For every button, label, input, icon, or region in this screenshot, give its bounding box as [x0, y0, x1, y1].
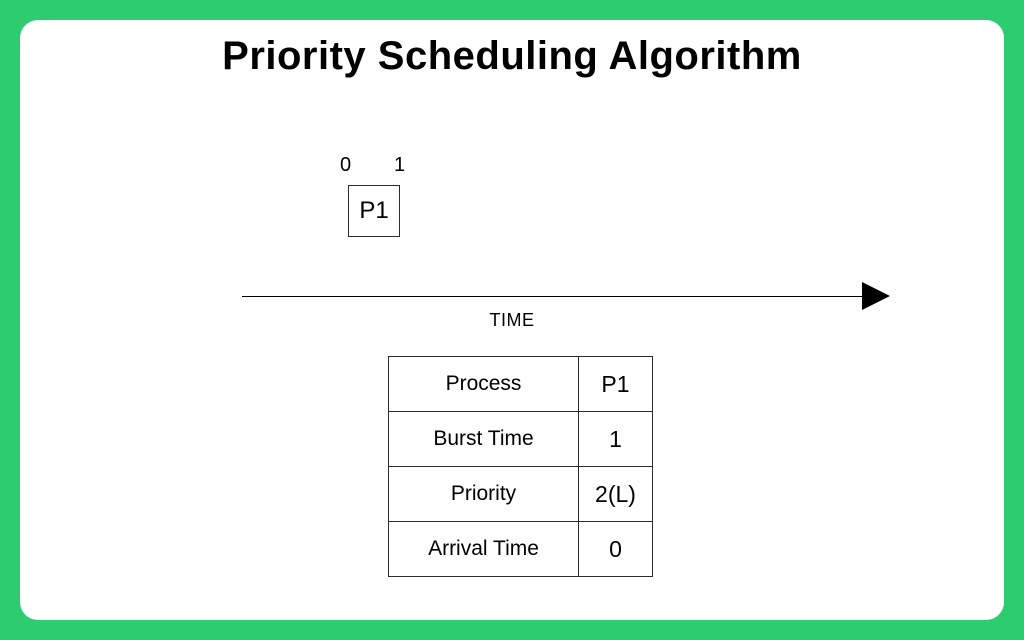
- row-value: 0: [579, 522, 653, 577]
- process-table: Process P1 Burst Time 1 Priority 2(L) Ar…: [388, 356, 653, 577]
- gantt-block-p1: P1: [348, 185, 400, 237]
- row-label: Priority: [389, 467, 579, 522]
- table-row: Priority 2(L): [389, 467, 653, 522]
- time-axis-label: TIME: [20, 310, 1004, 331]
- row-label: Arrival Time: [389, 522, 579, 577]
- row-value: 2(L): [579, 467, 653, 522]
- table-row: Arrival Time 0: [389, 522, 653, 577]
- diagram-card: Priority Scheduling Algorithm 0 1 P1 TIM…: [20, 20, 1004, 620]
- gantt-tick-end: 1: [394, 154, 405, 177]
- row-label: Burst Time: [389, 412, 579, 467]
- page-title: Priority Scheduling Algorithm: [20, 34, 1004, 79]
- table-row: Process P1: [389, 357, 653, 412]
- arrow-right-icon: [862, 282, 892, 310]
- row-value: 1: [579, 412, 653, 467]
- gantt-tick-start: 0: [340, 154, 351, 177]
- row-value: P1: [579, 357, 653, 412]
- table-row: Burst Time 1: [389, 412, 653, 467]
- time-axis-line: [242, 296, 866, 297]
- row-label: Process: [389, 357, 579, 412]
